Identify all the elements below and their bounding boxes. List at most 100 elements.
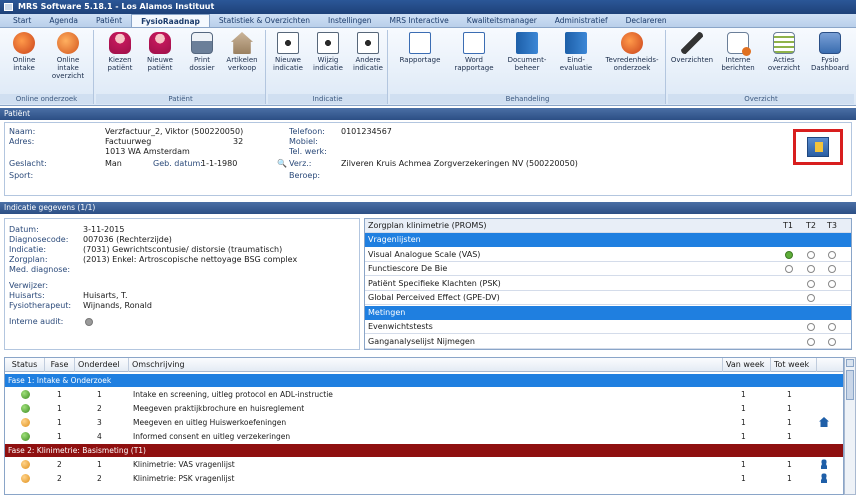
zorgplan-row[interactable]: Evenwichtstests (365, 320, 851, 334)
word-rapportage-button[interactable]: Word rapportage (448, 30, 500, 72)
col-van-week[interactable]: Van week (723, 358, 771, 372)
table-row[interactable]: 1 2 Meegeven praktijkbrochure en huisregle… (5, 402, 843, 415)
col-fase[interactable]: Fase (45, 358, 75, 372)
zorgplan-row-label: Ganganalyselijst Nijmegen (368, 336, 475, 346)
measurement-status-t2[interactable] (807, 279, 815, 288)
acties-overzicht-label: Acties overzicht (767, 56, 801, 72)
measurement-status-t2[interactable] (807, 337, 815, 346)
ribbon-group-patient: Kiezen patiënt Nieuwe patiënt Print doss… (96, 30, 266, 104)
ribbon-tabs: Start Agenda Patiënt FysioRaadnap Statis… (0, 14, 856, 28)
tot-week-cell: 1 (787, 404, 792, 413)
fase-cell: 1 (57, 390, 62, 399)
table-row[interactable]: 2 2 Klinimetrie: PSK vragenlijst 1 1 (5, 472, 843, 485)
tot-week-cell: 1 (787, 460, 792, 469)
med-diagnose-label: Med. diagnose: (9, 265, 71, 274)
measurement-status-t3[interactable] (828, 337, 836, 346)
zorgplan-row-label: Patiënt Specifieke Klachten (PSK) (368, 278, 501, 288)
kiezen-patient-button[interactable]: Kiezen patiënt (100, 30, 140, 72)
scroll-up-icon[interactable] (846, 359, 854, 367)
online-intake-overzicht-button[interactable]: Online intake overzicht (48, 30, 88, 80)
tab-start[interactable]: Start (4, 14, 40, 27)
verz-label: Verz.: (289, 159, 312, 168)
zorgplan-row-label: Metingen (368, 307, 406, 317)
fase-cell: 2 (57, 460, 62, 469)
table-row[interactable]: 1 1 Intake en screening, uitleg protocol e… (5, 388, 843, 401)
tab-statistiek[interactable]: Statistiek & Overzichten (210, 14, 319, 27)
adres-plaats: 1013 WA Amsterdam (105, 147, 190, 156)
artikelen-verkoop-button[interactable]: Artikelen verkoop (222, 30, 262, 72)
phase-header[interactable]: Fase 2: Klinimetrie: Basismeting (T1) (5, 444, 843, 457)
measurement-status-t1[interactable] (785, 265, 793, 273)
fysiotherapeut-label: Fysiotherapeut: (9, 301, 72, 310)
fysio-dashboard-label: Fysio Dashboard (811, 56, 849, 72)
search-icon[interactable]: 🔍 (277, 159, 287, 169)
phase-header[interactable]: Fase 1: Intake & Onderzoek (5, 374, 843, 387)
print-dossier-button[interactable]: Print dossier (182, 30, 222, 72)
interne-berichten-button[interactable]: Interne berichten (716, 30, 760, 72)
col-omschrijving[interactable]: Omschrijving (129, 358, 723, 372)
zorgplan-table: Zorgplan klinimetrie (PROMS) T1 T2 T3 Vr… (364, 218, 852, 350)
scroll-thumb[interactable] (846, 370, 854, 400)
andere-indicatie-button[interactable]: Andere indicatie (348, 30, 388, 72)
tab-kwaliteitsmanager[interactable]: Kwaliteitsmanager (458, 14, 546, 27)
measurement-status-t2[interactable] (807, 323, 815, 331)
person-add-icon (149, 32, 171, 54)
van-week-cell: 1 (741, 404, 746, 413)
verzekeraar-value: Zilveren Kruis Achmea Zorgverzekeringen … (341, 159, 578, 168)
person-icon[interactable] (819, 459, 829, 469)
col-tot-week[interactable]: Tot week (771, 358, 817, 372)
tab-fysioraadnap[interactable]: FysioRaadnap (131, 14, 210, 27)
zorgplan-row[interactable]: Patiënt Specifieke Klachten (PSK) (365, 277, 851, 291)
ribbon-group-indicatie: Nieuwe indicatie Wijzig indicatie Andere… (268, 30, 388, 104)
nieuwe-patient-label: Nieuwe patiënt (147, 56, 173, 72)
tab-agenda[interactable]: Agenda (40, 14, 87, 27)
table-row[interactable]: 1 3 Meegeven en uitleg Huiswerkoefeningen 1… (5, 416, 843, 429)
measurement-status-t3[interactable] (828, 265, 836, 273)
measurement-status-t3[interactable] (828, 250, 836, 259)
overzichten-button[interactable]: Overzichten (670, 30, 714, 64)
table-row[interactable]: 1 4 Informed consent en uitleg verzekering… (5, 430, 843, 443)
measurement-status-t1[interactable] (785, 250, 793, 259)
survey-icon (621, 32, 643, 54)
col-status[interactable]: Status (5, 358, 45, 372)
tab-mrs-interactive[interactable]: MRS Interactive (381, 14, 458, 27)
online-intake-button[interactable]: Online intake (4, 30, 44, 72)
rapportage-button[interactable]: Rapportage (394, 30, 446, 64)
zorgplan-row[interactable]: Visual Analogue Scale (VAS) (365, 248, 851, 262)
word-icon (463, 32, 485, 54)
document-beheer-button[interactable]: Document-beheer (502, 30, 552, 72)
status-indicator (21, 460, 30, 469)
grid-vertical-scrollbar[interactable] (844, 357, 856, 495)
col-onderdeel[interactable]: Onderdeel (75, 358, 129, 372)
measurement-status-t2[interactable] (807, 265, 815, 273)
overzichten-label: Overzichten (670, 56, 714, 64)
zorgplan-row[interactable]: Global Perceived Effect (GPE-DV) (365, 291, 851, 305)
measurement-status-t3[interactable] (828, 279, 836, 288)
person-icon (109, 32, 131, 54)
ribbon-group-title: Behandeling (390, 94, 665, 104)
measurement-status-t3[interactable] (828, 323, 836, 331)
acties-overzicht-button[interactable]: Acties overzicht (762, 30, 806, 72)
onderdeel-cell: 1 (97, 390, 102, 399)
tool-icon (681, 32, 703, 54)
zorgplan-subheader: Vragenlijsten (365, 233, 851, 247)
tab-declareren[interactable]: Declareren (617, 14, 676, 27)
tab-patient[interactable]: Patiënt (87, 14, 131, 27)
nieuwe-indicatie-button[interactable]: Nieuwe indicatie (268, 30, 308, 72)
person-icon[interactable] (819, 473, 829, 483)
zorgplan-row[interactable]: Functiescore De Bie (365, 262, 851, 276)
measurement-status-t2[interactable] (807, 294, 815, 302)
eind-evaluatie-button[interactable]: Eind-evaluatie (554, 30, 598, 72)
fysio-dashboard-button[interactable]: Fysio Dashboard (808, 30, 852, 72)
tab-instellingen[interactable]: Instellingen (319, 14, 381, 27)
export-patient-button[interactable] (793, 129, 843, 165)
tab-administratief[interactable]: Administratief (546, 14, 617, 27)
home-icon[interactable] (819, 417, 829, 427)
nieuwe-patient-button[interactable]: Nieuwe patiënt (140, 30, 180, 72)
measurement-status-t2[interactable] (807, 250, 815, 259)
table-row[interactable]: 2 1 Klinimetrie: VAS vragenlijst 1 1 (5, 458, 843, 471)
zorgplan-row[interactable]: Ganganalyselijst Nijmegen (365, 335, 851, 349)
tevredenheidsonderzoek-button[interactable]: Tevredenheids-onderzoek (600, 30, 664, 72)
fase-cell: 1 (57, 418, 62, 427)
wijzig-indicatie-button[interactable]: Wijzig indicatie (308, 30, 348, 72)
